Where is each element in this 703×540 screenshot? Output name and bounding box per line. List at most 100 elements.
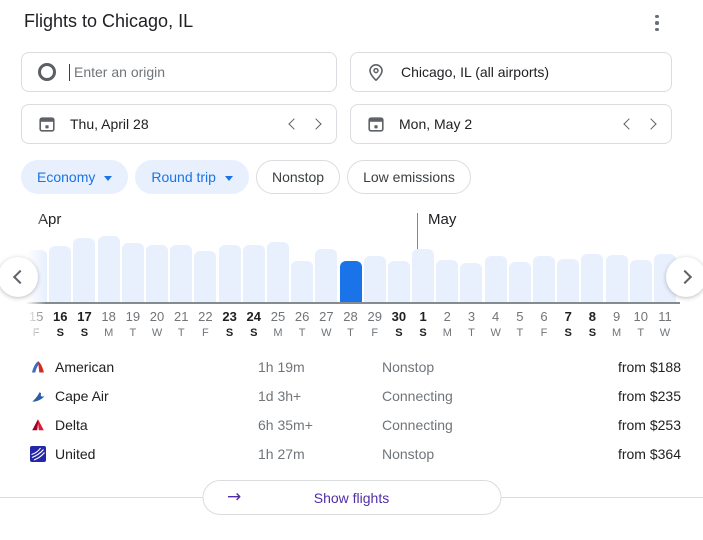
price-bar-wrap bbox=[122, 212, 144, 302]
price-bar-wrap bbox=[243, 212, 265, 302]
chart-day-may-2[interactable]: 2M bbox=[435, 212, 459, 339]
destination-input[interactable] bbox=[399, 63, 659, 81]
day-number: 30 bbox=[392, 310, 406, 324]
day-number: 7 bbox=[565, 310, 572, 324]
chart-day-may-1[interactable]: 1S bbox=[411, 212, 435, 339]
chart-day-apr-16[interactable]: 16 S bbox=[48, 212, 72, 339]
chart-day-may-3[interactable]: 3T bbox=[459, 212, 483, 339]
day-of-week: T bbox=[637, 327, 644, 339]
price-bar-wrap bbox=[533, 212, 555, 302]
right-arrow-icon: → bbox=[227, 489, 241, 506]
location-pin-icon bbox=[367, 63, 385, 81]
chart-day-apr-26[interactable]: 26T bbox=[290, 212, 314, 339]
next-date-icon[interactable] bbox=[310, 118, 321, 129]
price-bar bbox=[606, 255, 628, 302]
filter-chip-nonstop[interactable]: Nonstop bbox=[256, 160, 340, 194]
chart-day-apr-18[interactable]: 18M bbox=[97, 212, 121, 339]
filter-chips: Economy Round trip NonstopLow emissions bbox=[21, 160, 471, 194]
cape-air-logo bbox=[30, 388, 46, 404]
return-date-field[interactable]: Mon, May 2 bbox=[350, 104, 672, 144]
price-bar bbox=[267, 242, 289, 302]
chart-day-may-6[interactable]: 6F bbox=[532, 212, 556, 339]
day-of-week: S bbox=[57, 327, 64, 339]
price-bar-wrap bbox=[315, 212, 337, 302]
day-number: 24 bbox=[247, 310, 261, 324]
chart-day-apr-30[interactable]: 30S bbox=[387, 212, 411, 339]
day-number: 5 bbox=[516, 310, 523, 324]
flight-price: from $188 bbox=[601, 359, 681, 375]
airline-name: Delta bbox=[55, 417, 258, 433]
day-number: 27 bbox=[319, 310, 333, 324]
flight-row-cape-air[interactable]: Cape Air1d 3h+Connectingfrom $235 bbox=[0, 381, 703, 410]
united-logo bbox=[30, 446, 46, 462]
destination-field[interactable] bbox=[350, 52, 672, 92]
flight-row-united[interactable]: United1h 27mNonstopfrom $364 bbox=[0, 439, 703, 468]
day-of-week: S bbox=[250, 327, 257, 339]
day-of-week: M bbox=[612, 327, 621, 339]
flight-row-american[interactable]: American1h 19mNonstopfrom $188 bbox=[0, 352, 703, 381]
price-bar-wrap bbox=[630, 212, 652, 302]
chart-day-apr-17[interactable]: 17S bbox=[72, 212, 96, 339]
price-bar bbox=[219, 245, 241, 302]
day-number: 11 bbox=[658, 310, 672, 324]
filter-chip-economy[interactable]: Economy bbox=[21, 160, 128, 194]
day-number: 18 bbox=[101, 310, 115, 324]
chart-day-apr-29[interactable]: 29F bbox=[363, 212, 387, 339]
price-bar-wrap bbox=[340, 212, 362, 302]
show-flights-button[interactable]: → Show flights bbox=[202, 480, 501, 515]
price-bar-wrap bbox=[219, 212, 241, 302]
price-bar-wrap bbox=[606, 212, 628, 302]
page-title: Flights to Chicago, IL bbox=[24, 11, 193, 32]
chip-label: Economy bbox=[37, 169, 95, 185]
chart-day-apr-19[interactable]: 19T bbox=[121, 212, 145, 339]
day-number: 2 bbox=[444, 310, 451, 324]
filter-chip-low-emissions[interactable]: Low emissions bbox=[347, 160, 471, 194]
depart-date-field[interactable]: Thu, April 28 bbox=[21, 104, 337, 144]
day-number: 1 bbox=[419, 310, 426, 324]
origin-input[interactable] bbox=[72, 63, 324, 81]
chart-day-may-8[interactable]: 8S bbox=[580, 212, 604, 339]
chart-day-may-7[interactable]: 7S bbox=[556, 212, 580, 339]
price-bar bbox=[509, 262, 531, 302]
previous-date-icon[interactable] bbox=[623, 118, 634, 129]
price-bar bbox=[533, 256, 555, 302]
flight-row-delta[interactable]: Delta6h 35m+Connectingfrom $253 bbox=[0, 410, 703, 439]
chart-day-apr-20[interactable]: 20W bbox=[145, 212, 169, 339]
day-number: 10 bbox=[634, 310, 648, 324]
price-bar-wrap bbox=[49, 212, 71, 302]
scroll-right-button[interactable] bbox=[666, 257, 703, 297]
origin-field[interactable] bbox=[21, 52, 337, 92]
chart-day-apr-25[interactable]: 25M bbox=[266, 212, 290, 339]
day-number: 6 bbox=[540, 310, 547, 324]
chart-day-may-4[interactable]: 4W bbox=[484, 212, 508, 339]
day-number: 16 bbox=[53, 310, 67, 324]
day-of-week: S bbox=[226, 327, 233, 339]
price-bar bbox=[170, 245, 192, 302]
day-number: 17 bbox=[77, 310, 91, 324]
day-number: 19 bbox=[126, 310, 140, 324]
chart-day-apr-28[interactable]: 28T bbox=[338, 212, 362, 339]
chart-day-may-9[interactable]: 9M bbox=[605, 212, 629, 339]
kebab-menu-icon[interactable] bbox=[648, 13, 666, 33]
chart-day-apr-23[interactable]: 23S bbox=[218, 212, 242, 339]
chart-day-may-10[interactable]: 10 T bbox=[629, 212, 653, 339]
chart-day-apr-22[interactable]: 22F bbox=[193, 212, 217, 339]
chart-day-apr-21[interactable]: 21T bbox=[169, 212, 193, 339]
chart-days: 15F16S17S18M19T20W21T22F23S24S25M26T27W2… bbox=[24, 212, 677, 339]
filter-chip-round-trip[interactable]: Round trip bbox=[135, 160, 249, 194]
previous-date-icon[interactable] bbox=[288, 118, 299, 129]
flight-stops: Connecting bbox=[382, 417, 601, 433]
flights-widget: Flights to Chicago, IL Thu, April 28 Mon… bbox=[0, 0, 703, 540]
chart-day-may-5[interactable]: 5T bbox=[508, 212, 532, 339]
price-bar bbox=[122, 243, 144, 302]
price-bar-wrap bbox=[581, 212, 603, 302]
chart-day-apr-24[interactable]: 24 S bbox=[242, 212, 266, 339]
next-date-icon[interactable] bbox=[645, 118, 656, 129]
price-bar-wrap bbox=[557, 212, 579, 302]
day-of-week: W bbox=[321, 327, 331, 339]
day-of-week: F bbox=[371, 327, 378, 339]
chart-day-apr-27[interactable]: 27 W bbox=[314, 212, 338, 339]
flight-duration: 1h 19m bbox=[258, 359, 382, 375]
chip-label: Round trip bbox=[151, 169, 216, 185]
chevron-right-icon bbox=[677, 270, 691, 284]
